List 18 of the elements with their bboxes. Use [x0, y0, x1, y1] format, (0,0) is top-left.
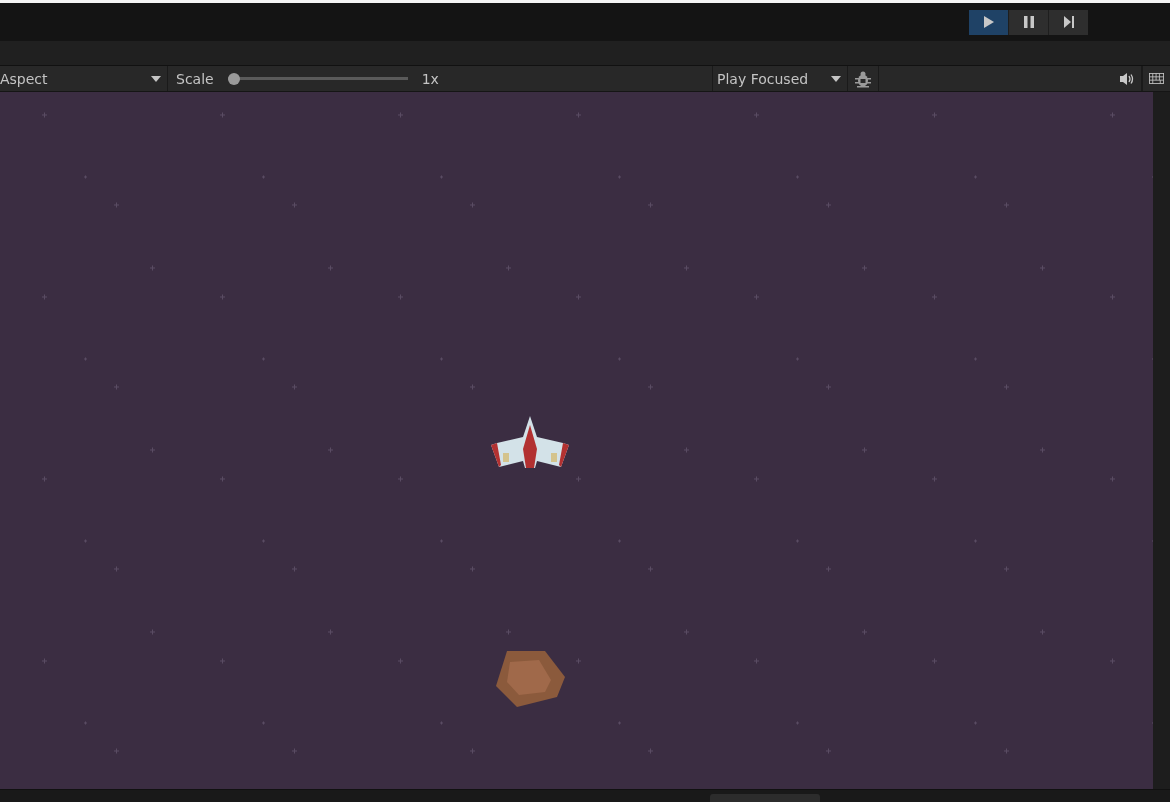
asteroid-sprite: [495, 650, 565, 708]
aspect-dropdown[interactable]: Aspect: [0, 66, 168, 91]
play-button[interactable]: [969, 9, 1008, 35]
step-icon: [1062, 15, 1075, 29]
play-icon: [982, 15, 995, 29]
scrollbar[interactable]: [1153, 92, 1170, 789]
pause-icon: [1022, 15, 1035, 29]
slider-thumb[interactable]: [227, 72, 240, 85]
play-mode-dropdown[interactable]: Play Focused: [712, 66, 848, 91]
dropdown-arrow-icon: [151, 75, 161, 82]
keyboard-icon: [1149, 72, 1164, 85]
speaker-icon: [1119, 71, 1135, 86]
pause-button[interactable]: [1009, 9, 1048, 35]
scale-label: Scale: [176, 70, 214, 87]
dropdown-arrow-icon: [831, 75, 841, 82]
bug-icon: [854, 69, 872, 88]
scale-value: 1x: [421, 70, 439, 87]
step-button[interactable]: [1049, 9, 1088, 35]
